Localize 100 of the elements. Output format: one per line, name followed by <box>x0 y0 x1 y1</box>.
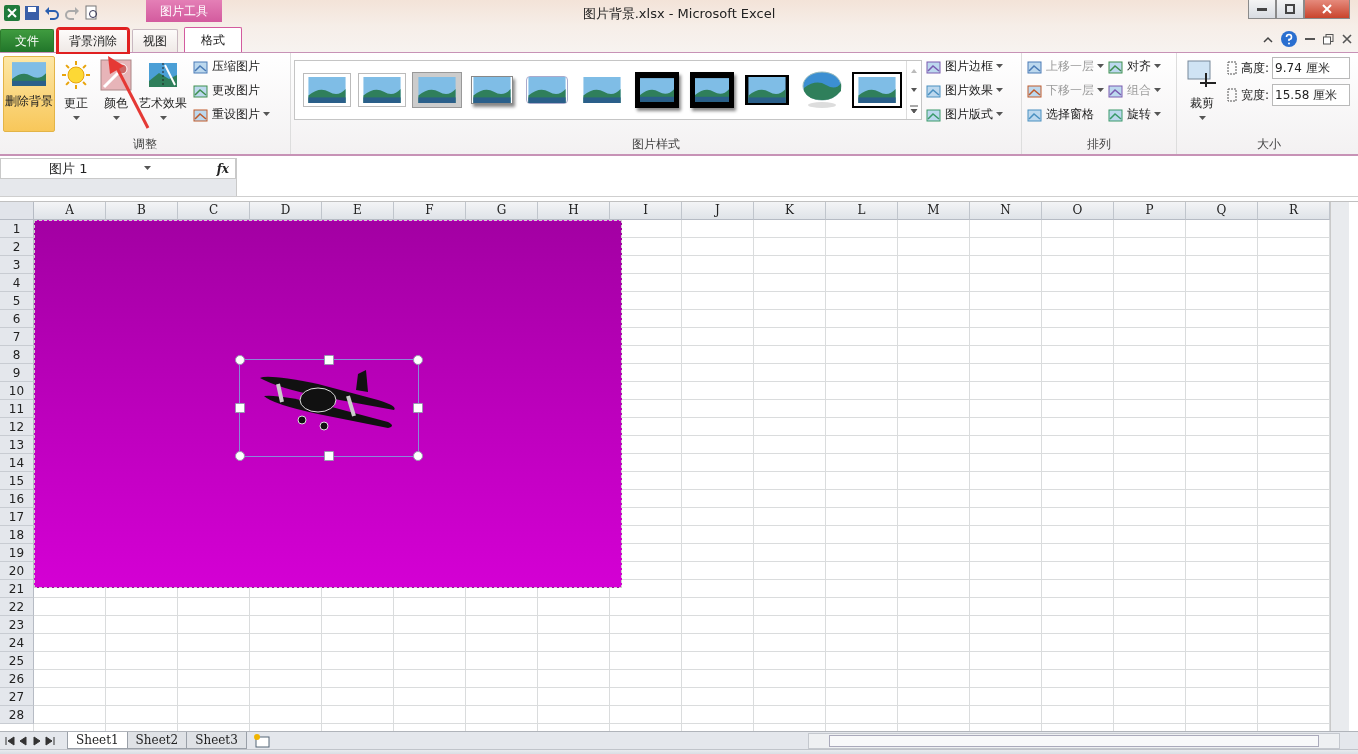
row-header[interactable]: 7 <box>0 328 34 346</box>
resize-handle[interactable] <box>235 355 245 365</box>
resize-handle[interactable] <box>235 403 245 413</box>
row-header[interactable]: 19 <box>0 544 34 562</box>
ribbon-button[interactable]: 更改图片 <box>191 80 272 101</box>
row-header[interactable]: 12 <box>0 418 34 436</box>
sheet-tab[interactable]: Sheet1 <box>67 732 128 749</box>
sheet-tab[interactable]: Sheet3 <box>186 732 247 749</box>
row-header[interactable]: 17 <box>0 508 34 526</box>
column-header[interactable]: F <box>394 202 466 220</box>
ribbon-button[interactable]: 艺术效果 <box>137 56 189 132</box>
picture-style-thumbnail[interactable] <box>470 76 513 104</box>
resize-handle[interactable] <box>324 355 334 365</box>
ribbon-button[interactable]: 压缩图片 <box>191 56 272 77</box>
row-header[interactable]: 4 <box>0 274 34 292</box>
row-header[interactable]: 27 <box>0 688 34 706</box>
column-header[interactable]: M <box>898 202 970 220</box>
ribbon-tab[interactable]: 文件 <box>0 29 54 52</box>
row-header[interactable]: 14 <box>0 454 34 472</box>
size-input[interactable]: 15.58 厘米 <box>1272 84 1351 106</box>
ribbon-button[interactable]: 图片效果 <box>924 80 1005 101</box>
row-header[interactable]: 11 <box>0 400 34 418</box>
ribbon-tab[interactable]: 格式 <box>184 27 242 52</box>
resize-handle[interactable] <box>413 355 423 365</box>
close-button[interactable] <box>1304 0 1350 19</box>
resize-handle[interactable] <box>324 451 334 461</box>
picture-style-thumbnail[interactable] <box>581 77 622 103</box>
row-header[interactable]: 21 <box>0 580 34 598</box>
row-header[interactable]: 5 <box>0 292 34 310</box>
row-header[interactable]: 1 <box>0 220 34 238</box>
collapse-ribbon-icon[interactable] <box>1263 35 1273 43</box>
row-header[interactable]: 20 <box>0 562 34 580</box>
picture-style-thumbnail[interactable] <box>689 72 734 108</box>
column-header[interactable]: E <box>322 202 394 220</box>
close-icon[interactable] <box>1342 34 1352 44</box>
row-header[interactable]: 6 <box>0 310 34 328</box>
scrollbar-thumb[interactable] <box>829 734 1319 747</box>
ribbon-button[interactable]: 选择窗格 <box>1025 104 1106 125</box>
column-header[interactable]: O <box>1042 202 1114 220</box>
save-icon[interactable] <box>24 5 40 21</box>
ribbon-button[interactable]: 更正 <box>57 56 95 132</box>
resize-handle[interactable] <box>413 403 423 413</box>
column-header[interactable]: A <box>34 202 106 220</box>
ribbon-tab[interactable]: 背景消除 <box>58 29 128 52</box>
column-header[interactable]: G <box>466 202 538 220</box>
sheet-tab[interactable]: Sheet2 <box>126 732 188 749</box>
undo-icon[interactable] <box>44 5 60 21</box>
horizontal-scrollbar[interactable] <box>808 732 1340 749</box>
column-header[interactable]: R <box>1258 202 1330 220</box>
row-header[interactable]: 28 <box>0 706 34 724</box>
row-header[interactable]: 18 <box>0 526 34 544</box>
row-header[interactable]: 16 <box>0 490 34 508</box>
insert-function-button[interactable]: fx <box>210 161 235 176</box>
row-header[interactable]: 15 <box>0 472 34 490</box>
picture-style-thumbnail[interactable] <box>357 73 406 107</box>
column-header[interactable]: K <box>754 202 826 220</box>
ribbon-button[interactable]: 对齐 <box>1106 56 1163 77</box>
row-header[interactable]: 8 <box>0 346 34 364</box>
picture-style-thumbnail[interactable] <box>634 72 679 108</box>
minimize-button[interactable] <box>1248 0 1276 19</box>
ribbon-button[interactable]: 重设图片 <box>191 104 272 125</box>
picture-style-thumbnail[interactable] <box>525 76 568 104</box>
column-header[interactable]: P <box>1114 202 1186 220</box>
picture-style-thumbnail[interactable] <box>411 72 462 108</box>
row-header[interactable]: 26 <box>0 670 34 688</box>
row-header[interactable]: 3 <box>0 256 34 274</box>
picture-style-thumbnail[interactable] <box>801 71 842 109</box>
excel-logo-icon[interactable] <box>4 5 20 21</box>
picture-style-thumbnail[interactable] <box>851 72 902 108</box>
row-header[interactable]: 22 <box>0 598 34 616</box>
resize-handle[interactable] <box>235 451 245 461</box>
vertical-scrollbar[interactable] <box>1330 202 1349 731</box>
column-header[interactable]: N <box>970 202 1042 220</box>
column-header[interactable]: D <box>250 202 322 220</box>
column-header[interactable]: Q <box>1186 202 1258 220</box>
column-header[interactable]: H <box>538 202 610 220</box>
ribbon-button[interactable]: 图片边框 <box>924 56 1005 77</box>
ribbon-tab[interactable]: 视图 <box>132 29 178 52</box>
row-header[interactable]: 25 <box>0 652 34 670</box>
ribbon-button[interactable]: 旋转 <box>1106 104 1163 125</box>
ribbon-button[interactable]: 删除背景 <box>3 56 55 132</box>
restore-button[interactable] <box>1276 0 1304 19</box>
size-input[interactable]: 9.74 厘米 <box>1272 57 1351 79</box>
name-box[interactable]: 图片 1 fx <box>0 158 236 179</box>
column-header[interactable]: I <box>610 202 682 220</box>
column-header[interactable]: B <box>106 202 178 220</box>
ribbon-button[interactable]: 图片版式 <box>924 104 1005 125</box>
help-icon[interactable] <box>1281 31 1297 47</box>
row-header[interactable]: 9 <box>0 364 34 382</box>
column-header[interactable]: L <box>826 202 898 220</box>
column-header[interactable]: C <box>178 202 250 220</box>
row-header[interactable]: 13 <box>0 436 34 454</box>
row-header[interactable]: 23 <box>0 616 34 634</box>
picture-style-thumbnail[interactable] <box>744 75 789 105</box>
row-header[interactable]: 10 <box>0 382 34 400</box>
print-preview-icon[interactable] <box>84 5 100 21</box>
row-header[interactable]: 24 <box>0 634 34 652</box>
restore-icon[interactable] <box>1323 33 1334 45</box>
column-header[interactable]: J <box>682 202 754 220</box>
row-header[interactable]: 2 <box>0 238 34 256</box>
